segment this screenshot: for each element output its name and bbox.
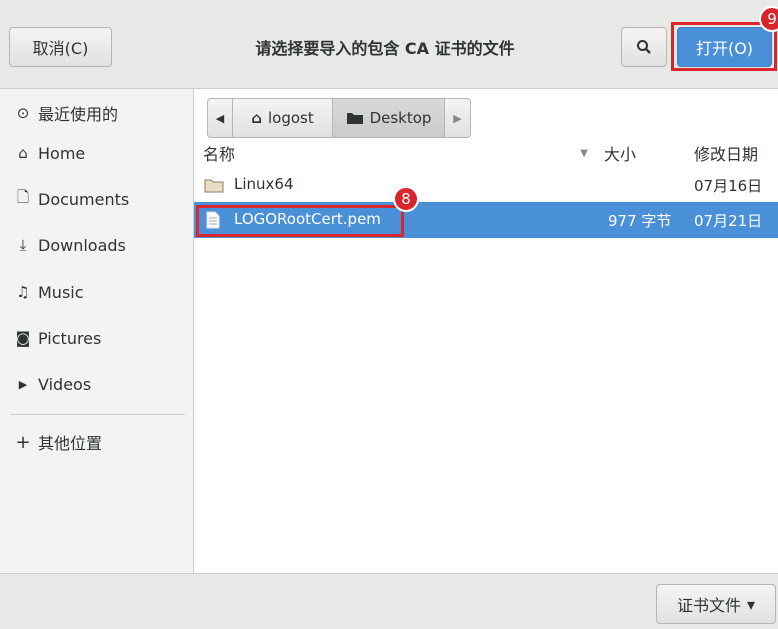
open-button[interactable]: 打开(O) — [677, 27, 772, 67]
clock-icon: ⊙ — [16, 104, 30, 122]
sidebar-item-recent[interactable]: ⊙ 最近使用的 — [0, 93, 193, 133]
path-bar: ◀ ⌂ logost Desktop ▶ — [207, 98, 471, 138]
column-modified-label: 修改日期 — [694, 145, 759, 164]
dialog-footer: 证书文件 ▾ — [0, 573, 778, 629]
file-name: Linux64 — [234, 175, 294, 193]
path-back-button[interactable]: ◀ — [207, 98, 233, 138]
sidebar-item-music[interactable]: ♫ Music — [0, 272, 193, 312]
search-icon — [637, 40, 651, 54]
file-name: LOGORootCert.pem — [234, 210, 381, 228]
sidebar-item-label: Pictures — [38, 328, 102, 348]
cancel-label: 取消(C) — [32, 39, 89, 58]
sidebar-item-home[interactable]: ⌂ Home — [0, 133, 193, 173]
places-sidebar: ⊙ 最近使用的 ⌂ Home 🗋 Documents ⤓ Downloads ♫… — [0, 89, 194, 573]
search-button[interactable] — [621, 27, 667, 67]
folder-icon — [204, 179, 224, 193]
download-icon: ⤓ — [19, 236, 27, 254]
sidebar-separator — [10, 414, 185, 415]
column-header-modified[interactable]: 修改日期 — [694, 138, 758, 168]
chevron-down-icon: ▾ — [746, 594, 756, 614]
step-badge-9: 9 — [759, 6, 778, 32]
open-label: 打开(O) — [695, 39, 754, 58]
home-icon: ⌂ — [251, 109, 262, 127]
sidebar-item-documents[interactable]: 🗋 Documents — [0, 179, 193, 219]
dialog-header: 取消(C) 请选择要导入的包含 CA 证书的文件 打开(O) 9 — [0, 0, 778, 89]
cancel-button[interactable]: 取消(C) — [9, 27, 112, 67]
sidebar-item-label: Documents — [38, 189, 130, 209]
plus-icon: + — [15, 431, 31, 453]
path-desktop-button[interactable]: Desktop — [333, 98, 445, 138]
sidebar-item-label: Home — [38, 143, 86, 163]
sidebar-item-label: 最近使用的 — [38, 105, 119, 124]
file-modified: 07月16日 — [694, 177, 763, 195]
file-size: 977 字节 — [608, 212, 672, 230]
text-file-icon — [206, 211, 220, 229]
column-header-size[interactable]: 大小 — [604, 138, 636, 168]
file-row-selected[interactable]: LOGORootCert.pem 977 字节 07月21日 — [194, 202, 778, 238]
sidebar-item-downloads[interactable]: ⤓ Downloads — [0, 225, 193, 265]
sidebar-item-pictures[interactable]: ◙ Pictures — [0, 318, 193, 358]
sort-down-icon: ▼ — [580, 147, 588, 159]
column-header-name[interactable]: 名称 ▼ — [203, 138, 588, 168]
path-home-label: logost — [268, 109, 314, 127]
home-icon: ⌂ — [18, 144, 28, 162]
file-modified: 07月21日 — [694, 212, 763, 230]
filter-label: 证书文件 — [676, 596, 741, 615]
folder-icon — [346, 113, 363, 124]
sidebar-item-other-locations[interactable]: + 其他位置 — [0, 422, 193, 462]
sidebar-item-videos[interactable]: ▶ Videos — [0, 364, 193, 404]
sidebar-item-label: Downloads — [38, 235, 126, 255]
chevron-right-icon: ▶ — [453, 111, 462, 125]
path-home-button[interactable]: ⌂ logost — [233, 98, 333, 138]
column-name-label: 名称 — [203, 145, 236, 164]
music-icon: ♫ — [16, 283, 30, 301]
file-filter-dropdown[interactable]: 证书文件 ▾ — [656, 584, 776, 624]
sidebar-item-label: Music — [38, 282, 84, 302]
file-row-folder[interactable]: Linux64 07月16日 — [194, 170, 778, 200]
camera-icon: ◙ — [15, 329, 31, 347]
path-forward-button[interactable]: ▶ — [445, 98, 471, 138]
sidebar-item-label: Videos — [38, 374, 92, 394]
path-desktop-label: Desktop — [369, 109, 432, 127]
chevron-left-icon: ◀ — [215, 111, 225, 125]
video-icon: ▶ — [18, 377, 28, 391]
step-badge-8: 8 — [393, 186, 419, 212]
column-size-label: 大小 — [604, 145, 637, 164]
dialog-title: 请选择要导入的包含 CA 证书的文件 — [255, 39, 515, 58]
sidebar-item-label: 其他位置 — [38, 434, 103, 453]
document-icon: 🗋 — [16, 187, 30, 206]
